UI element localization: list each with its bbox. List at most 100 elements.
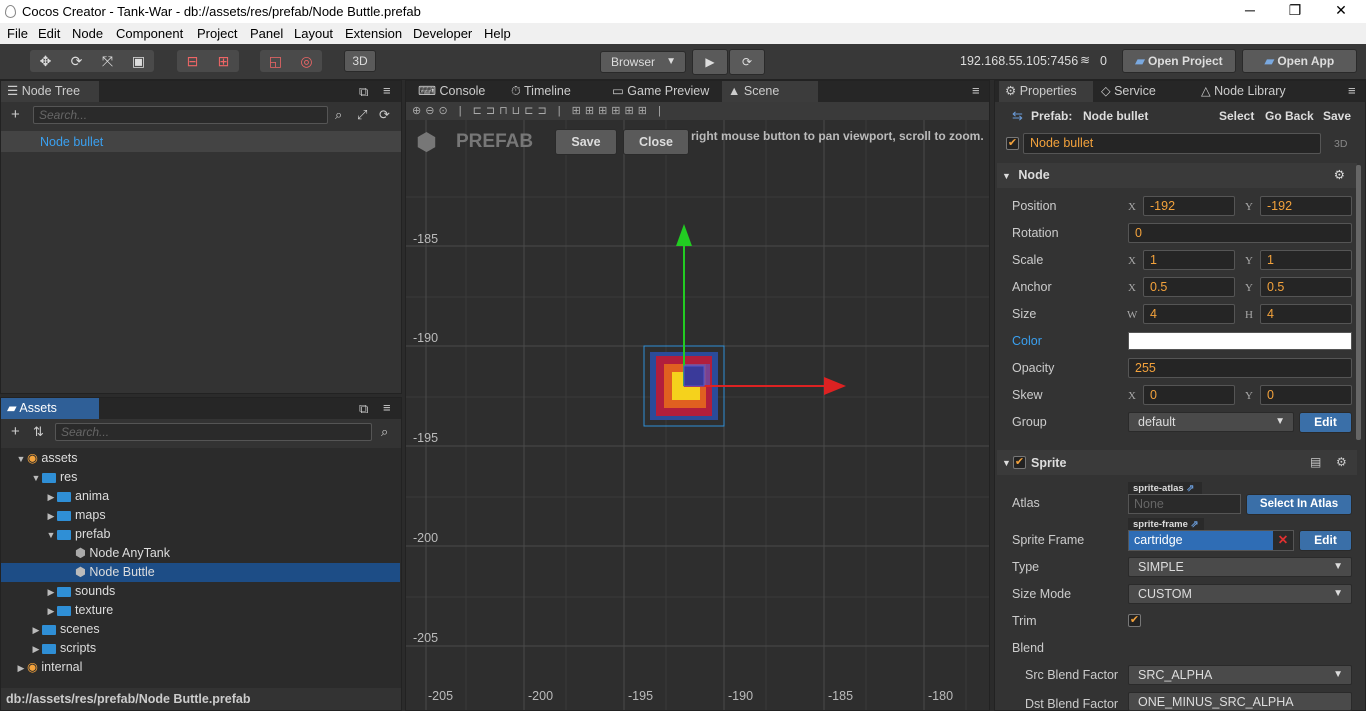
sprite-frame-field[interactable]: cartridge ✕ bbox=[1128, 530, 1294, 551]
list-item[interactable]: ▶ sounds bbox=[1, 582, 400, 601]
node-name-input[interactable]: Node bullet bbox=[1023, 133, 1321, 154]
tab-node-tree[interactable]: ☰ Node Tree bbox=[1, 81, 99, 102]
tab-service[interactable]: ◇ Service bbox=[1095, 81, 1189, 102]
align-icons[interactable]: ⊏⊐⊓⊔⊏⊐ | ⊞⊞⊞⊞⊞⊞ | bbox=[473, 105, 665, 117]
rotation-field[interactable]: 0 bbox=[1128, 223, 1352, 243]
anchor-x-field[interactable]: 0.5 bbox=[1143, 277, 1235, 297]
menu-layout[interactable]: Layout bbox=[294, 26, 333, 41]
menu-file[interactable]: File bbox=[7, 26, 28, 41]
menu-extension[interactable]: Extension bbox=[345, 26, 402, 41]
popout-icon[interactable]: ⧉ bbox=[359, 401, 368, 417]
prefab-save-props-button[interactable]: Save bbox=[1323, 109, 1351, 123]
sprite-enabled-checkbox[interactable]: ✔ bbox=[1013, 456, 1026, 469]
menu-help[interactable]: Help bbox=[484, 26, 511, 41]
platform-select[interactable]: Browser ▼ bbox=[600, 51, 686, 73]
type-select[interactable]: SIMPLE ▼ bbox=[1128, 557, 1352, 577]
center-icon[interactable]: ⊞ bbox=[208, 50, 239, 72]
prefab-save-button[interactable]: Save bbox=[555, 129, 617, 155]
properties-scrollbar[interactable] bbox=[1356, 165, 1361, 440]
clear-icon[interactable]: ✕ bbox=[1273, 531, 1293, 550]
tab-timeline[interactable]: ⏱ Timeline bbox=[505, 81, 619, 102]
add-asset-icon[interactable]: + bbox=[11, 423, 20, 440]
position-y-field[interactable]: -192 bbox=[1260, 196, 1352, 216]
rotate-tool-icon[interactable]: ⟳ bbox=[61, 50, 92, 72]
mode-3d-button[interactable]: 3D bbox=[344, 50, 376, 72]
local-icon[interactable]: ◱ bbox=[260, 50, 291, 72]
global-icon[interactable]: ◎ bbox=[291, 50, 322, 72]
panel-menu-icon[interactable]: ≡ bbox=[383, 83, 391, 98]
scale-y-field[interactable]: 1 bbox=[1260, 250, 1352, 270]
list-item[interactable]: ▶ maps bbox=[1, 506, 400, 525]
list-item[interactable]: ▶ texture bbox=[1, 601, 400, 620]
menu-panel[interactable]: Panel bbox=[250, 26, 283, 41]
list-item[interactable]: ⬢ Node AnyTank bbox=[1, 544, 400, 563]
select-in-atlas-button[interactable]: Select In Atlas bbox=[1246, 494, 1352, 515]
add-node-icon[interactable]: + bbox=[11, 106, 20, 123]
search-icon[interactable]: ⌕ bbox=[381, 424, 388, 440]
tab-console[interactable]: ⌨ Console bbox=[412, 81, 504, 102]
tab-properties[interactable]: ⚙ Properties bbox=[999, 81, 1093, 102]
play-button[interactable]: ▶ bbox=[692, 49, 728, 75]
list-item[interactable]: ▶ scenes bbox=[1, 620, 400, 639]
tab-game-preview[interactable]: ▭ Game Preview bbox=[606, 81, 721, 102]
menu-node[interactable]: Node bbox=[72, 26, 103, 41]
refresh-icon[interactable]: ⟳ bbox=[379, 107, 390, 123]
gear-icon[interactable]: ⚙ bbox=[1334, 163, 1345, 188]
skew-y-field[interactable]: 0 bbox=[1260, 385, 1352, 405]
scene-viewport[interactable] bbox=[406, 120, 989, 710]
node-section-header[interactable]: ▼ Node ⚙ bbox=[997, 163, 1357, 188]
close-window-button[interactable]: ✕ bbox=[1326, 2, 1356, 19]
menu-component[interactable]: Component bbox=[116, 26, 183, 41]
tab-node-library[interactable]: △ Node Library bbox=[1195, 81, 1315, 102]
node-active-checkbox[interactable]: ✔ bbox=[1006, 137, 1019, 150]
tab-scene[interactable]: ▲ Scene bbox=[722, 81, 818, 102]
sort-icon[interactable]: ⇅ bbox=[33, 424, 44, 440]
panel-menu-icon[interactable]: ≡ bbox=[383, 400, 391, 415]
list-item[interactable]: ▶ ◉ internal bbox=[1, 658, 400, 677]
prefab-close-button[interactable]: Close bbox=[623, 129, 689, 155]
dst-blend-select[interactable]: ONE_MINUS_SRC_ALPHA bbox=[1128, 692, 1352, 711]
scale-x-field[interactable]: 1 bbox=[1143, 250, 1235, 270]
opacity-field[interactable]: 255 bbox=[1128, 358, 1352, 378]
zoom-in-icon[interactable]: ⊕ bbox=[412, 105, 425, 117]
refresh-button[interactable]: ⟳ bbox=[729, 49, 765, 75]
open-app-button[interactable]: ▰ Open App bbox=[1242, 49, 1357, 73]
pivot-icon[interactable]: ⊟ bbox=[177, 50, 208, 72]
rect-tool-icon[interactable]: ▣ bbox=[123, 50, 154, 72]
move-tool-icon[interactable]: ✥ bbox=[30, 50, 61, 72]
zoom-reset-icon[interactable]: ⊙ bbox=[438, 105, 451, 117]
open-project-button[interactable]: ▰ Open Project bbox=[1122, 49, 1236, 73]
anchor-y-field[interactable]: 0.5 bbox=[1260, 277, 1352, 297]
src-blend-select[interactable]: SRC_ALPHA ▼ bbox=[1128, 665, 1352, 685]
sprite-frame-edit-button[interactable]: Edit bbox=[1299, 530, 1352, 551]
trim-checkbox[interactable]: ✔ bbox=[1128, 614, 1141, 627]
atlas-field[interactable]: None bbox=[1128, 494, 1241, 514]
expand-icon[interactable]: ⤢ bbox=[357, 107, 367, 123]
search-icon[interactable]: ⌕ bbox=[335, 107, 342, 123]
menu-project[interactable]: Project bbox=[197, 26, 237, 41]
tree-row-selected[interactable]: Node bullet bbox=[1, 131, 401, 152]
external-link-icon[interactable]: ⇗ bbox=[1191, 519, 1199, 530]
list-item[interactable]: ▶ scripts bbox=[1, 639, 400, 658]
popout-icon[interactable]: ⧉ bbox=[359, 84, 368, 100]
prefab-go-back-button[interactable]: Go Back bbox=[1265, 109, 1314, 123]
size-w-field[interactable]: 4 bbox=[1143, 304, 1235, 324]
menu-edit[interactable]: Edit bbox=[38, 26, 60, 41]
badge-3d[interactable]: 3D bbox=[1334, 138, 1347, 150]
minimize-button[interactable]: ─ bbox=[1235, 2, 1265, 18]
book-icon[interactable]: ▤ bbox=[1310, 455, 1321, 469]
prefab-select-button[interactable]: Select bbox=[1219, 109, 1254, 123]
scale-tool-icon[interactable]: ⤧ bbox=[92, 50, 123, 72]
panel-menu-icon[interactable]: ≡ bbox=[972, 83, 980, 98]
list-item[interactable]: ▶ anima bbox=[1, 487, 400, 506]
group-select[interactable]: default ▼ bbox=[1128, 412, 1294, 432]
list-item[interactable]: ▼ ◉ assets bbox=[1, 449, 400, 468]
menu-developer[interactable]: Developer bbox=[413, 26, 472, 41]
zoom-out-icon[interactable]: ⊖ bbox=[425, 105, 438, 117]
tab-assets[interactable]: ▰ Assets bbox=[1, 398, 99, 419]
size-mode-select[interactable]: CUSTOM ▼ bbox=[1128, 584, 1352, 604]
color-swatch[interactable] bbox=[1128, 332, 1352, 350]
asset-search-input[interactable]: Search... bbox=[55, 423, 372, 441]
panel-menu-icon[interactable]: ≡ bbox=[1348, 83, 1356, 98]
list-item-selected[interactable]: ⬢ Node Buttle bbox=[1, 563, 400, 582]
